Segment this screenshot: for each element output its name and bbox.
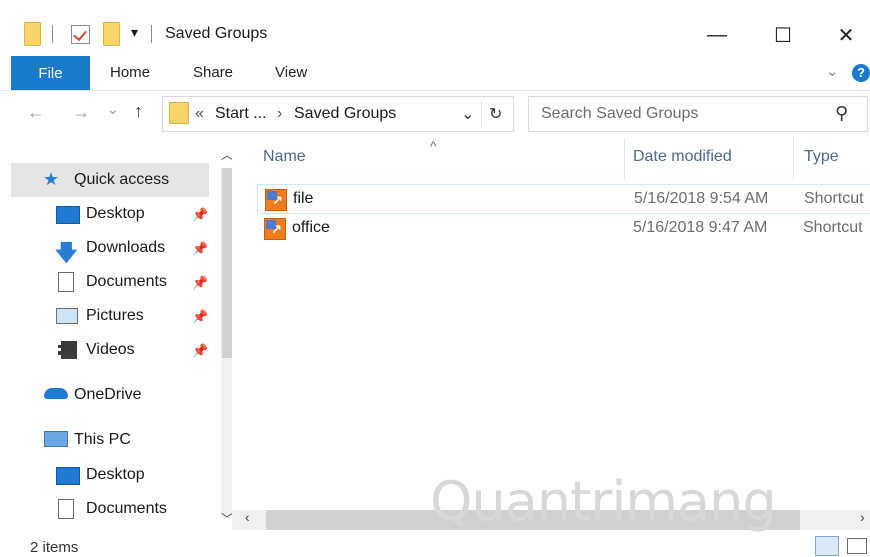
tab-share[interactable]: Share [193, 64, 233, 81]
pin-icon[interactable]: 📌 [192, 207, 208, 223]
pin-icon[interactable]: 📌 [192, 275, 208, 291]
nav-qa-videos[interactable]: Videos 📌 [11, 333, 209, 367]
shortcut-icon [264, 218, 286, 240]
nav-pc-documents[interactable]: Documents [11, 492, 209, 526]
pin-icon[interactable]: 📌 [192, 343, 208, 359]
search-icon[interactable]: ⚲ [835, 103, 848, 124]
breadcrumb-separator-icon[interactable]: › [277, 105, 282, 123]
shortcut-icon [265, 189, 287, 211]
help-icon[interactable]: ? [852, 64, 870, 82]
file-row[interactable]: office 5/16/2018 9:47 AM Shortcut [257, 214, 870, 242]
recent-locations-chevron-icon[interactable]: ⌄ [107, 101, 119, 118]
nav-qa-pictures[interactable]: Pictures 📌 [11, 299, 209, 333]
file-type: Shortcut [804, 190, 864, 207]
desktop-icon [56, 206, 80, 224]
videos-icon [58, 341, 77, 359]
nav-onedrive[interactable]: OneDrive [11, 378, 209, 412]
nav-qa-desktop[interactable]: Desktop 📌 [11, 197, 209, 231]
toolbar-separator [151, 25, 152, 43]
tab-file[interactable]: File [11, 56, 90, 90]
nav-pc-desktop[interactable]: Desktop [11, 458, 209, 492]
nav-label: OneDrive [74, 386, 142, 403]
file-name: file [293, 190, 314, 207]
nav-qa-documents[interactable]: Documents 📌 [11, 265, 209, 299]
column-divider[interactable] [624, 138, 625, 180]
pin-icon[interactable]: 📌 [192, 241, 208, 257]
search-input[interactable]: Search Saved Groups ⚲ [528, 96, 868, 132]
file-date: 5/16/2018 9:47 AM [633, 219, 768, 236]
breadcrumb-start[interactable]: Start ... [215, 105, 267, 123]
minimize-button[interactable]: — [697, 20, 737, 50]
nav-label: Desktop [86, 466, 145, 483]
scroll-left-chevron-icon[interactable]: ‹ [245, 509, 250, 525]
title-bar: ▾ Saved Groups — ☐ ✕ [0, 0, 870, 62]
qa-customize-dropdown[interactable]: ▾ [131, 24, 138, 41]
column-header-date[interactable]: Date modified [633, 148, 732, 166]
nav-label: Quick access [74, 171, 170, 188]
desktop-icon [56, 467, 80, 485]
details-view-icon[interactable] [815, 536, 839, 556]
file-type: Shortcut [803, 219, 863, 236]
address-divider [481, 101, 482, 127]
navigation-bar: ← → ⌄ ↑ « Start ... › Saved Groups ⌄ ↻ S… [0, 91, 870, 137]
nav-this-pc[interactable]: This PC [11, 423, 209, 457]
documents-icon [58, 272, 74, 292]
pin-icon[interactable]: 📌 [192, 309, 208, 325]
up-arrow-icon[interactable]: ↑ [134, 101, 143, 122]
watermark: Quantrimang [430, 470, 777, 533]
forward-arrow-icon[interactable]: → [72, 102, 90, 123]
address-dropdown-chevron-icon[interactable]: ⌄ [461, 104, 474, 124]
nav-label: Downloads [86, 239, 166, 256]
breadcrumb-overflow-icon[interactable]: « [195, 105, 204, 123]
sort-ascending-icon: ^ [430, 138, 437, 154]
properties-check-icon[interactable] [71, 25, 90, 44]
new-folder-icon[interactable] [103, 22, 120, 46]
nav-label: Desktop [86, 205, 145, 222]
maximize-button[interactable]: ☐ [763, 20, 803, 50]
nav-quick-access[interactable]: ★ Quick access [11, 163, 209, 197]
column-header-name[interactable]: Name [263, 148, 306, 166]
large-icons-view-icon[interactable] [847, 538, 867, 554]
onedrive-icon [44, 388, 68, 399]
navigation-pane: ★ Quick access Desktop 📌 🡇 Downloads 📌 D… [11, 138, 241, 533]
tab-home[interactable]: Home [110, 64, 150, 81]
tab-view[interactable]: View [275, 64, 307, 81]
column-divider[interactable] [793, 138, 794, 180]
nav-label: Pictures [86, 307, 144, 324]
pictures-icon [56, 308, 78, 324]
computer-icon [44, 431, 68, 447]
item-count: 2 items [30, 539, 79, 556]
address-bar[interactable]: « Start ... › Saved Groups ⌄ ↻ [162, 96, 514, 132]
status-bar: 2 items [0, 533, 870, 557]
window-title: Saved Groups [165, 25, 268, 42]
nav-label: This PC [74, 431, 131, 448]
breadcrumb-saved-groups[interactable]: Saved Groups [294, 105, 396, 123]
folder-icon [169, 102, 189, 124]
folder-icon [24, 22, 41, 46]
back-arrow-icon[interactable]: ← [27, 102, 45, 123]
close-button[interactable]: ✕ [826, 20, 866, 50]
nav-label: Documents [86, 273, 167, 290]
expand-ribbon-chevron-icon[interactable]: ⌄ [826, 62, 839, 80]
star-icon: ★ [43, 169, 60, 189]
column-header-type[interactable]: Type [804, 148, 839, 166]
refresh-icon[interactable]: ↻ [489, 104, 502, 124]
nav-label: Videos [86, 341, 135, 358]
file-name: office [292, 219, 330, 236]
nav-label: Documents [86, 500, 167, 517]
file-date: 5/16/2018 9:54 AM [634, 190, 769, 207]
documents-icon [58, 499, 74, 519]
file-row[interactable]: file 5/16/2018 9:54 AM Shortcut [257, 184, 870, 214]
scroll-right-chevron-icon[interactable]: › [860, 509, 865, 525]
nav-qa-downloads[interactable]: 🡇 Downloads 📌 [11, 231, 209, 265]
ribbon-tabs: File Home Share View ⌄ ? [0, 56, 870, 91]
search-placeholder: Search Saved Groups [541, 105, 699, 122]
toolbar-separator [52, 25, 53, 43]
